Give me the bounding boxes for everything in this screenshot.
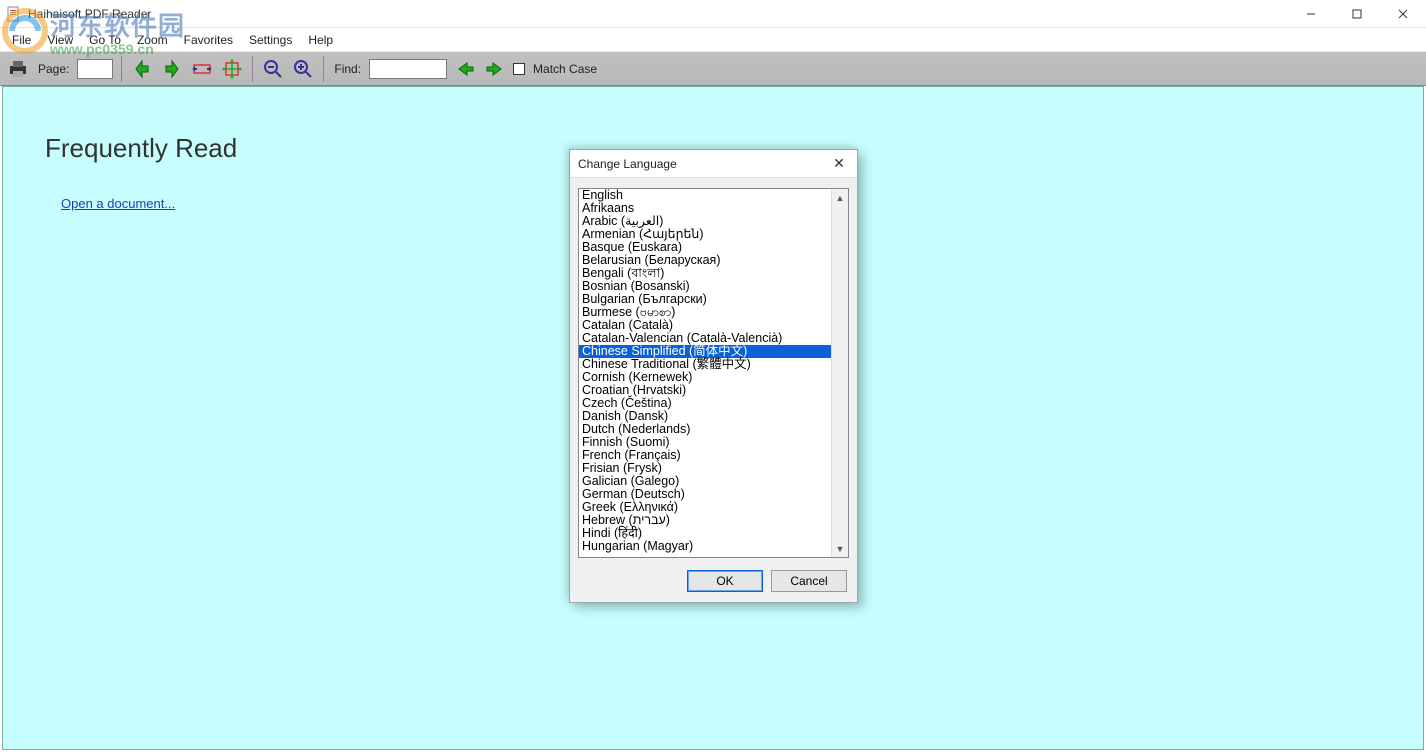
zoom-in-button[interactable] bbox=[291, 57, 315, 81]
close-button[interactable] bbox=[1380, 0, 1426, 28]
menu-favorites[interactable]: Favorites bbox=[176, 31, 241, 49]
page-label: Page: bbox=[38, 62, 69, 76]
minimize-button[interactable] bbox=[1288, 0, 1334, 28]
language-listbox[interactable]: EnglishAfrikaansArabic (العربية)Armenian… bbox=[578, 188, 849, 558]
fit-width-button[interactable] bbox=[190, 57, 214, 81]
separator bbox=[252, 56, 253, 82]
scroll-down-icon[interactable]: ▼ bbox=[832, 540, 848, 557]
toolbar: Page: Find: Match Case bbox=[0, 52, 1426, 86]
menu-file[interactable]: File bbox=[4, 31, 39, 49]
match-case-label: Match Case bbox=[533, 62, 597, 76]
separator bbox=[121, 56, 122, 82]
menu-settings[interactable]: Settings bbox=[241, 31, 300, 49]
zoom-out-button[interactable] bbox=[261, 57, 285, 81]
app-icon bbox=[6, 6, 22, 22]
cancel-button[interactable]: Cancel bbox=[771, 570, 847, 592]
dialog-titlebar: Change Language ✕ bbox=[570, 150, 857, 178]
open-document-link[interactable]: Open a document... bbox=[61, 196, 175, 211]
prev-page-button[interactable] bbox=[130, 57, 154, 81]
language-item[interactable]: Hungarian (Magyar) bbox=[579, 540, 831, 553]
window-titlebar: Haihaisoft PDF Reader bbox=[0, 0, 1426, 28]
dialog-close-button[interactable]: ✕ bbox=[829, 155, 849, 172]
change-language-dialog: Change Language ✕ EnglishAfrikaansArabic… bbox=[569, 149, 858, 603]
find-input[interactable] bbox=[369, 59, 447, 79]
ok-button[interactable]: OK bbox=[687, 570, 763, 592]
listbox-scrollbar[interactable]: ▲ ▼ bbox=[831, 189, 848, 557]
find-next-button[interactable] bbox=[483, 57, 507, 81]
page-input[interactable] bbox=[77, 59, 113, 79]
menu-zoom[interactable]: Zoom bbox=[129, 31, 176, 49]
maximize-button[interactable] bbox=[1334, 0, 1380, 28]
menubar: File View Go To Zoom Favorites Settings … bbox=[0, 28, 1426, 52]
find-label: Find: bbox=[334, 62, 361, 76]
window-title: Haihaisoft PDF Reader bbox=[28, 7, 151, 21]
print-button[interactable] bbox=[6, 57, 30, 81]
scroll-up-icon[interactable]: ▲ bbox=[832, 189, 848, 206]
fit-page-button[interactable] bbox=[220, 57, 244, 81]
match-case-checkbox[interactable] bbox=[513, 63, 525, 75]
menu-goto[interactable]: Go To bbox=[81, 31, 129, 49]
dialog-title: Change Language bbox=[578, 157, 677, 171]
separator bbox=[323, 56, 324, 82]
find-prev-button[interactable] bbox=[453, 57, 477, 81]
menu-view[interactable]: View bbox=[39, 31, 81, 49]
menu-help[interactable]: Help bbox=[300, 31, 341, 49]
next-page-button[interactable] bbox=[160, 57, 184, 81]
